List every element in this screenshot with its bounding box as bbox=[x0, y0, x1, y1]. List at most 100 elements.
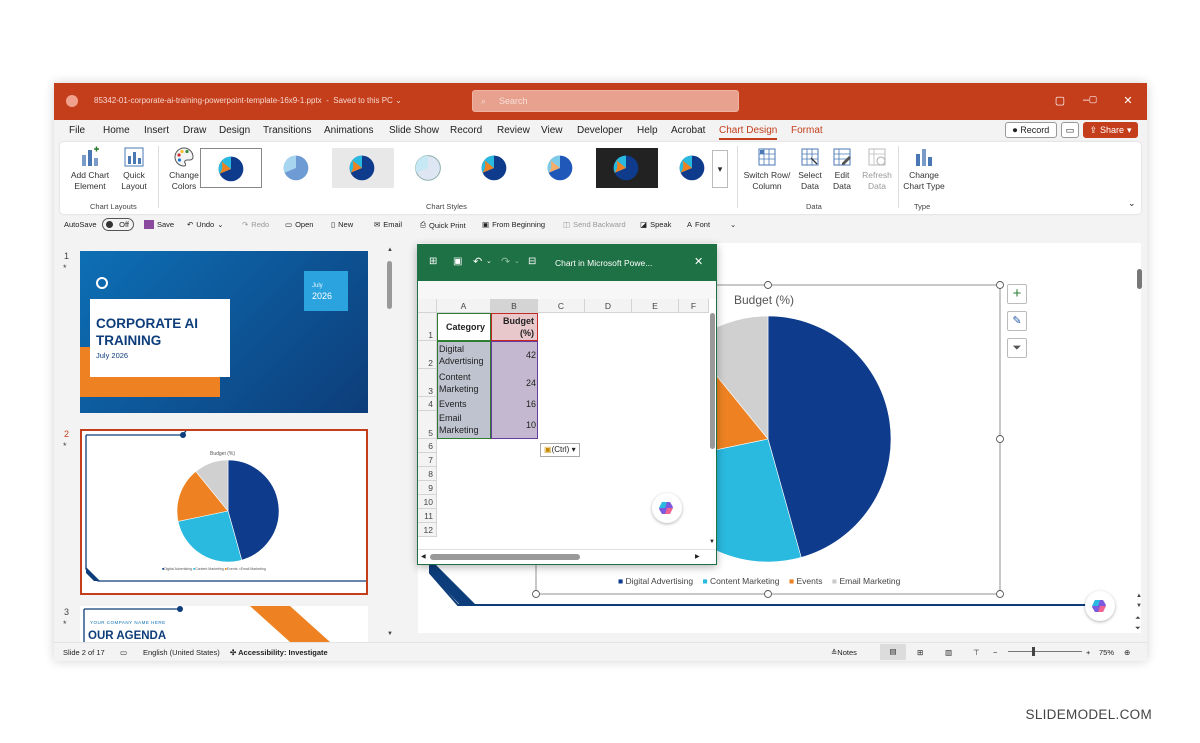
tab-home[interactable]: Home bbox=[103, 125, 130, 136]
resize-handle[interactable] bbox=[996, 281, 1004, 289]
row-header[interactable]: 12 bbox=[418, 523, 437, 537]
chevron-down-icon[interactable]: ⌄ bbox=[486, 257, 492, 265]
email-button[interactable]: ✉ Email bbox=[374, 220, 402, 229]
chart-elements-button[interactable]: + bbox=[1007, 284, 1027, 304]
row-header[interactable]: 6 bbox=[418, 439, 437, 453]
redo-icon[interactable]: ↷ bbox=[501, 255, 510, 268]
tab-record[interactable]: Record bbox=[450, 125, 482, 136]
chart-style-4[interactable] bbox=[398, 148, 460, 188]
resize-handle[interactable] bbox=[532, 590, 540, 598]
tab-animations[interactable]: Animations bbox=[324, 125, 373, 136]
fit-to-window-icon[interactable]: ⊕ bbox=[1124, 648, 1130, 657]
edit-data-button[interactable]: Edit Data bbox=[828, 146, 856, 192]
normal-view-icon[interactable]: ▤ bbox=[880, 644, 906, 660]
chart-style-6[interactable] bbox=[530, 148, 592, 188]
scrollbar-thumb[interactable] bbox=[710, 313, 715, 449]
tab-transitions[interactable]: Transitions bbox=[263, 125, 312, 136]
record-button[interactable]: ⏺ Record bbox=[1005, 122, 1057, 138]
comments-button[interactable]: ▭ bbox=[1061, 122, 1079, 138]
excel-vscroll[interactable]: ▼ bbox=[709, 299, 716, 551]
row-header[interactable]: 5 bbox=[418, 411, 437, 439]
resize-handle[interactable] bbox=[764, 281, 772, 289]
column-header[interactable]: A bbox=[437, 299, 491, 313]
row-header[interactable]: 4 bbox=[418, 397, 437, 411]
open-button[interactable]: ▭ Open bbox=[285, 220, 313, 229]
undo-button[interactable]: ↶ Undo ⌄ bbox=[187, 220, 224, 229]
from-beginning-button[interactable]: ▣ From Beginning bbox=[482, 220, 545, 229]
ribbon-display-icon[interactable]: ▢ bbox=[1053, 94, 1067, 107]
tab-help[interactable]: Help bbox=[637, 125, 658, 136]
autosave-toggle[interactable]: Off bbox=[102, 218, 134, 231]
change-colors-button[interactable]: Change Colors bbox=[164, 146, 204, 192]
row-header[interactable]: 2 bbox=[418, 341, 437, 369]
chart-title[interactable]: Budget (%) bbox=[734, 293, 794, 307]
column-header[interactable]: C bbox=[538, 299, 585, 313]
close-icon[interactable]: ✕ bbox=[694, 255, 703, 268]
notes-button[interactable]: ≙Notes bbox=[831, 648, 857, 657]
chart-style-7[interactable] bbox=[596, 148, 658, 188]
tab-design[interactable]: Design bbox=[219, 125, 250, 136]
previous-slide-icon[interactable]: ⏶ bbox=[1135, 615, 1141, 623]
thumbnail-scrollbar[interactable]: ▲ ▼ bbox=[387, 247, 393, 639]
chart-style-3[interactable] bbox=[332, 148, 394, 188]
language-indicator[interactable]: English (United States) bbox=[143, 648, 220, 657]
customize-toolbar-icon[interactable]: ⌄ bbox=[730, 220, 736, 229]
tab-review[interactable]: Review bbox=[497, 125, 530, 136]
zoom-out-icon[interactable]: − bbox=[993, 648, 997, 657]
row-header[interactable]: 8 bbox=[418, 467, 437, 481]
tab-chart-design[interactable]: Chart Design bbox=[719, 125, 778, 140]
tab-format[interactable]: Format bbox=[791, 125, 823, 136]
zoom-slider-thumb[interactable] bbox=[1032, 647, 1035, 656]
tab-developer[interactable]: Developer bbox=[577, 125, 623, 136]
slide-thumb-2[interactable]: Budget (%) ■Digital Advertising ■Content… bbox=[80, 429, 368, 595]
send-backward-button[interactable]: ◫ Send Backward bbox=[563, 220, 626, 229]
save-icon[interactable]: ▣ bbox=[453, 256, 462, 267]
save-button[interactable]: Save bbox=[144, 220, 174, 229]
tab-file[interactable]: File bbox=[69, 125, 85, 136]
spreadsheet-grid[interactable]: A B C D E F 1 2 3 4 5 6 7 8 9 10 11 12 C… bbox=[418, 299, 716, 551]
reading-view-icon[interactable]: ▥ bbox=[945, 648, 952, 657]
select-all-corner[interactable] bbox=[418, 299, 437, 313]
column-header[interactable]: D bbox=[585, 299, 632, 313]
row-header[interactable]: 9 bbox=[418, 481, 437, 495]
quick-print-button[interactable]: ⎙ Quick Print bbox=[420, 220, 466, 230]
excel-copilot-button[interactable] bbox=[652, 493, 682, 523]
slideshow-icon[interactable]: ⊤ bbox=[973, 648, 980, 657]
redo-button[interactable]: ↷ Redo bbox=[242, 220, 269, 229]
change-chart-type-button[interactable]: Change Chart Type bbox=[902, 146, 946, 192]
edit-in-excel-icon[interactable]: ⊟ bbox=[528, 256, 536, 267]
cell-value[interactable]: 16 bbox=[496, 398, 536, 410]
paste-options-button[interactable]: ▣(Ctrl) ▾ bbox=[540, 443, 580, 457]
scrollbar-thumb[interactable] bbox=[387, 261, 392, 309]
font-button[interactable]: A Font bbox=[687, 220, 710, 229]
new-button[interactable]: ▯ New bbox=[331, 220, 353, 229]
resize-handle[interactable] bbox=[996, 590, 1004, 598]
scrollbar-thumb[interactable] bbox=[430, 554, 580, 560]
chart-style-1[interactable] bbox=[200, 148, 262, 188]
column-header[interactable]: F bbox=[679, 299, 709, 313]
cell-category[interactable]: Events bbox=[439, 398, 489, 410]
select-data-button[interactable]: Select Data bbox=[796, 146, 824, 192]
cell-category[interactable]: Content Marketing bbox=[439, 371, 489, 395]
cell-value[interactable]: 10 bbox=[496, 419, 536, 431]
zoom-in-icon[interactable]: + bbox=[1086, 648, 1090, 657]
maximize-button[interactable]: ▢ bbox=[1086, 94, 1100, 105]
accessibility-button[interactable]: ✣ Accessibility: Investigate bbox=[230, 648, 328, 657]
zoom-slider[interactable] bbox=[1008, 651, 1082, 652]
chart-style-2[interactable] bbox=[266, 148, 328, 188]
zoom-level[interactable]: 75% bbox=[1099, 648, 1114, 657]
slide-sorter-icon[interactable]: ⊞ bbox=[917, 648, 923, 657]
row-header[interactable]: 3 bbox=[418, 369, 437, 397]
slide-thumb-3[interactable]: YOUR COMPANY NAME HERE OUR AGENDA bbox=[80, 606, 368, 642]
tab-draw[interactable]: Draw bbox=[183, 125, 206, 136]
search-box[interactable]: ⌕ Search bbox=[472, 90, 739, 112]
copilot-button[interactable] bbox=[1085, 591, 1115, 621]
formula-bar[interactable] bbox=[418, 281, 716, 299]
undo-icon[interactable]: ↶ bbox=[473, 255, 482, 268]
chart-filters-button[interactable]: ⏷ bbox=[1007, 338, 1027, 358]
close-button[interactable]: ✕ bbox=[1121, 94, 1135, 107]
slide-thumb-1[interactable]: July 2026 CORPORATE AI TRAINING July 202… bbox=[80, 251, 368, 413]
excel-hscroll[interactable]: ◀ ▶ bbox=[418, 549, 716, 564]
tab-slide-show[interactable]: Slide Show bbox=[389, 125, 439, 136]
resize-handle[interactable] bbox=[764, 590, 772, 598]
